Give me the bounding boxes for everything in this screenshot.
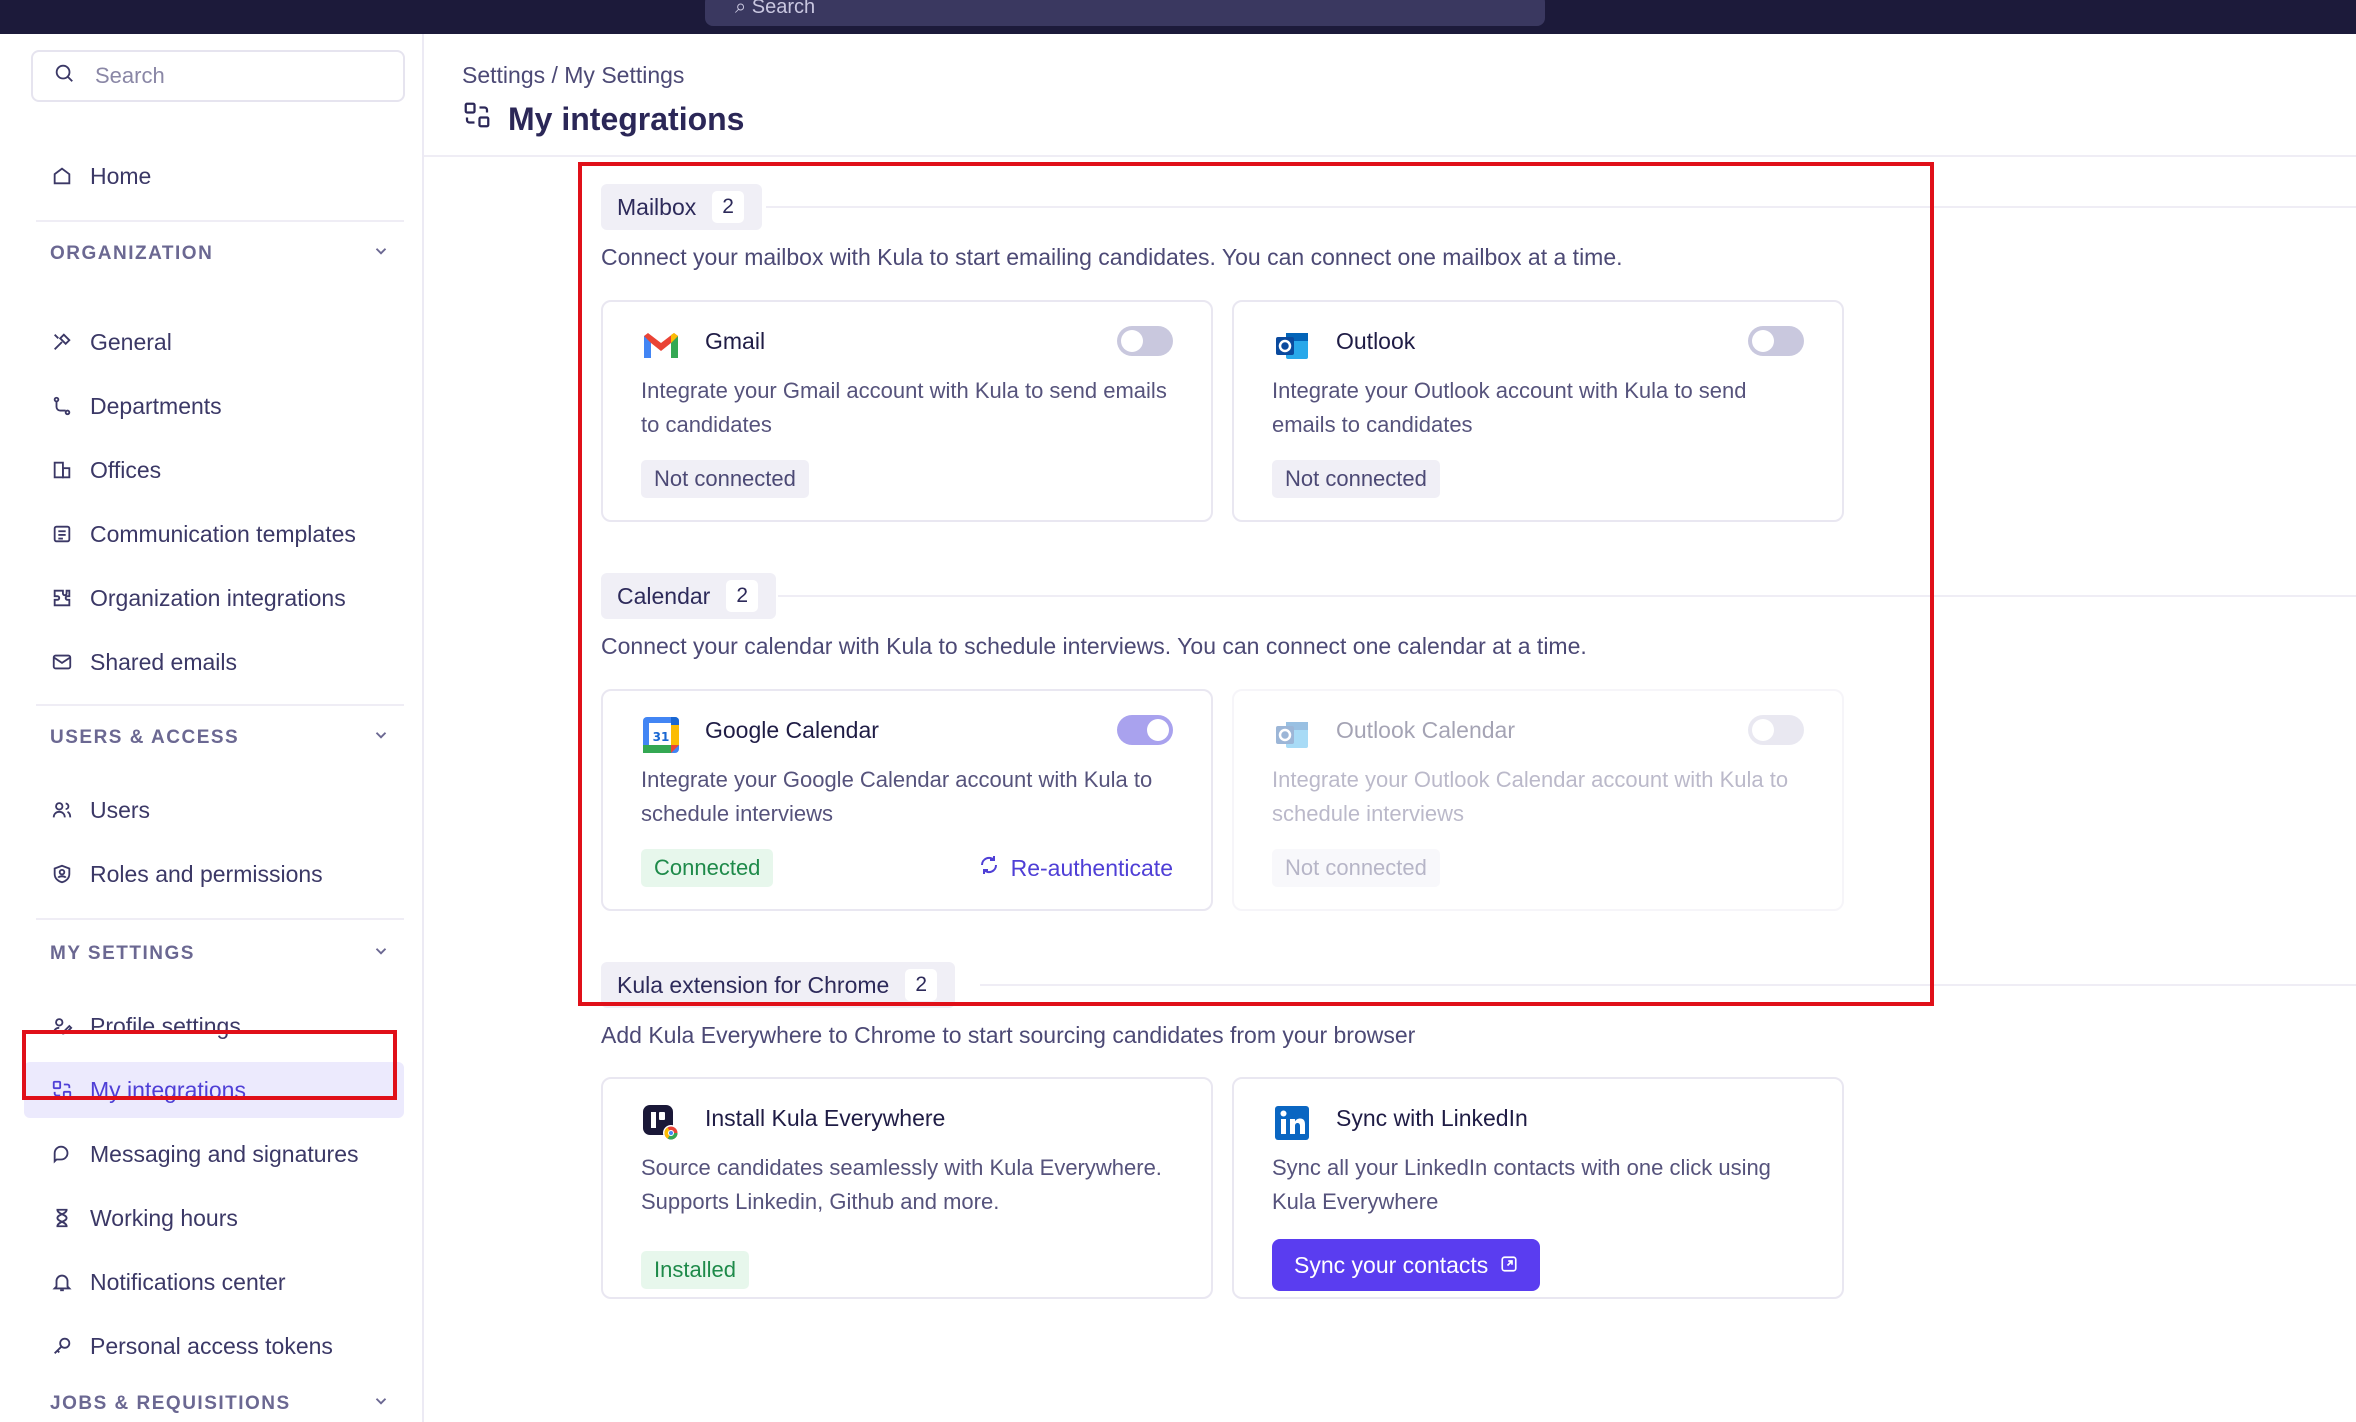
integration-card-linkedin: Sync with LinkedIn Sync all your LinkedI… (1232, 1077, 1844, 1299)
puzzle-icon (50, 586, 74, 610)
sidebar: Search Home ORGANIZATION General Departm… (0, 34, 424, 1422)
section-header-jobs-requisitions[interactable]: JOBS & REQUISITIONS (50, 1386, 390, 1422)
chevron-down-icon (372, 242, 390, 266)
integrations-icon (462, 100, 492, 138)
route-icon (50, 394, 74, 418)
card-description: Source candidates seamlessly with Kula E… (641, 1155, 1162, 1214)
sidebar-item-notifications-center[interactable]: Notifications center (36, 1254, 404, 1310)
sidebar-item-general[interactable]: General (36, 314, 404, 370)
breadcrumb[interactable]: Settings / My Settings (462, 62, 684, 89)
bell-icon (50, 1270, 74, 1294)
sidebar-item-messaging-and-signatures[interactable]: Messaging and signatures (36, 1126, 404, 1182)
section-header-users-access[interactable]: USERS & ACCESS (50, 718, 390, 758)
page-title: My integrations (462, 100, 744, 138)
sidebar-item-communication-templates[interactable]: Communication templates (36, 506, 404, 562)
integration-card-kula-everywhere: Install Kula Everywhere Source candidate… (601, 1077, 1213, 1299)
kula-everywhere-logo-icon (641, 1103, 681, 1143)
sidebar-item-users[interactable]: Users (36, 782, 404, 838)
tools-icon (50, 330, 74, 354)
chevron-down-icon (372, 1392, 390, 1416)
home-icon (50, 164, 74, 188)
chevron-down-icon (372, 726, 390, 750)
sync-contacts-button[interactable]: Sync your contacts (1272, 1239, 1541, 1291)
card-title: Sync with LinkedIn (1336, 1105, 1528, 1131)
card-title: Install Kula Everywhere (705, 1105, 946, 1131)
header-divider (424, 155, 2356, 157)
sidebar-search-input[interactable]: Search (31, 50, 405, 102)
sidebar-item-working-hours[interactable]: Working hours (36, 1190, 404, 1246)
section-header-my-settings[interactable]: MY SETTINGS (50, 934, 390, 974)
sidebar-item-roles-and-permissions[interactable]: Roles and permissions (36, 846, 404, 902)
chevron-down-icon (372, 942, 390, 966)
section-description: Add Kula Everywhere to Chrome to start s… (601, 1022, 1416, 1048)
users-icon (50, 798, 74, 822)
divider (36, 704, 404, 706)
external-link-icon (1500, 1252, 1518, 1279)
linkedin-logo-icon (1272, 1103, 1312, 1143)
top-bar: ⌕ Search (0, 0, 2356, 34)
sidebar-item-departments[interactable]: Departments (36, 378, 404, 434)
section-header-organization[interactable]: ORGANIZATION (50, 234, 390, 274)
status-badge: Installed (641, 1251, 749, 1289)
chat-icon (50, 1142, 74, 1166)
highlight-box-sidebar (22, 1030, 397, 1100)
hourglass-icon (50, 1206, 74, 1230)
template-icon (50, 522, 74, 546)
divider (36, 220, 404, 222)
divider (36, 918, 404, 920)
mail-icon (50, 650, 74, 674)
shield-user-icon (50, 862, 74, 886)
building-icon (50, 458, 74, 482)
highlight-box-main (578, 162, 1934, 1006)
card-description: Sync all your LinkedIn contacts with one… (1272, 1155, 1771, 1214)
sidebar-item-personal-access-tokens[interactable]: Personal access tokens (36, 1318, 404, 1374)
search-icon (53, 62, 75, 90)
global-search-placeholder: Search (751, 0, 816, 18)
sidebar-item-shared-emails[interactable]: Shared emails (36, 634, 404, 690)
key-icon (50, 1334, 74, 1358)
global-search-input[interactable]: ⌕ Search (705, 0, 1545, 26)
sidebar-item-offices[interactable]: Offices (36, 442, 404, 498)
sidebar-item-organization-integrations[interactable]: Organization integrations (36, 570, 404, 626)
sidebar-item-home[interactable]: Home (36, 148, 404, 204)
search-placeholder: Search (95, 63, 165, 88)
